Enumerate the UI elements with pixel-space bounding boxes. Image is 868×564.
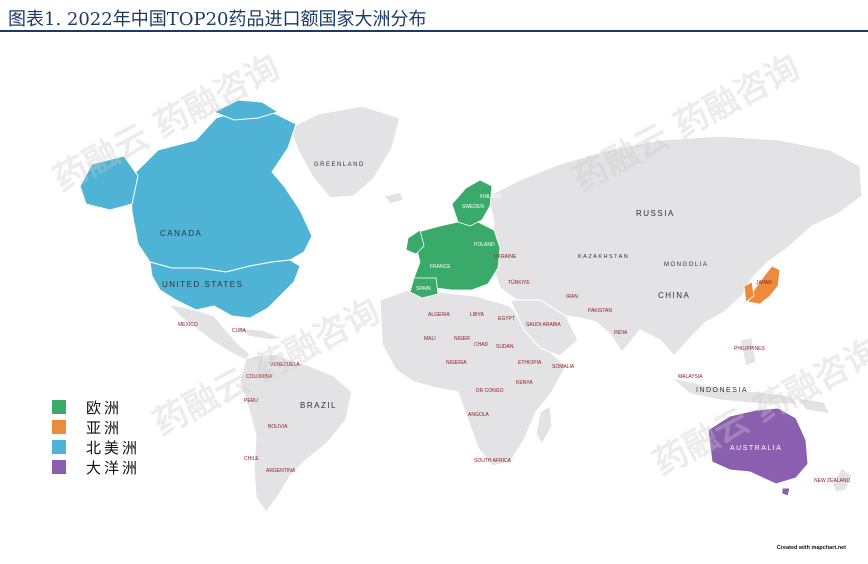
label-greenland: GREENLAND (314, 162, 365, 168)
legend-item-europe: 欧洲 (52, 397, 140, 417)
label-saudi-arabia: SAUDI ARABIA (526, 322, 561, 328)
label-cuba: CUBA (232, 328, 247, 334)
country-madagascar (535, 404, 553, 446)
legend-item-asia: 亚洲 (52, 417, 140, 437)
legend-swatch-north-america (52, 440, 66, 454)
label-poland: POLAND (474, 242, 495, 248)
legend-swatch-oceania (52, 460, 66, 474)
legend-swatch-asia (52, 420, 66, 434)
label-sweden: SWEDEN (462, 204, 484, 210)
label-brazil: BRAZIL (300, 401, 337, 410)
label-algeria: ALGERIA (428, 312, 450, 318)
label-mongolia: MONGOLIA (664, 262, 708, 268)
label-nigeria: NIGERIA (446, 360, 467, 366)
label-finland: FINLAND (480, 194, 502, 200)
label-new-zealand: NEW ZEALAND (814, 478, 851, 484)
label-chile: CHILE (244, 456, 259, 462)
label-spain: SPAIN (416, 286, 431, 292)
label-somalia: SOMALIA (552, 364, 575, 370)
label-dr-congo: DR CONGO (476, 388, 504, 394)
country-greenland (289, 105, 401, 199)
country-iceland (382, 191, 405, 205)
label-india: INDIA (614, 330, 628, 336)
legend: 欧洲 亚洲 北美洲 大洋洲 (52, 397, 140, 477)
label-niger: NIGER (454, 336, 470, 342)
map-credit: Created with mapchart.net (776, 545, 846, 551)
label-south-africa: SOUTH AFRICA (474, 458, 512, 464)
legend-item-oceania: 大洋洲 (52, 457, 140, 477)
label-japan: JAPAN (756, 280, 772, 286)
label-chad: CHAD (474, 342, 489, 348)
label-egypt: EGYPT (498, 316, 515, 322)
legend-label: 北美洲 (86, 438, 141, 457)
label-kenya: KENYA (516, 380, 533, 386)
label-angola: ANGOLA (468, 412, 490, 418)
label-philippines: PHILIPPINES (734, 346, 766, 352)
label-united-states: UNITED STATES (162, 280, 243, 289)
label-malaysia: MALAYSIA (678, 374, 703, 380)
region-scandinavia (451, 179, 493, 227)
label-china: CHINA (658, 291, 690, 300)
label-argentina: ARGENTINA (266, 468, 296, 474)
label-libya: LIBYA (470, 312, 484, 318)
label-canada: CANADA (160, 229, 202, 238)
label-mali: MALI (424, 336, 436, 342)
label-pakistan: PAKISTAN (588, 308, 612, 314)
label-iran: IRAN (566, 294, 578, 300)
label-ethiopia: ETHIOPIA (518, 360, 542, 366)
country-philippines (739, 337, 757, 367)
legend-label: 大洋洲 (86, 458, 141, 477)
label-ukraine: UKRAINE (494, 254, 517, 260)
country-tasmania (781, 487, 791, 497)
label-kazakhstan: KAZAKHSTAN (578, 254, 629, 260)
label-bolivia: BOLIVIA (268, 424, 288, 430)
legend-label: 亚洲 (86, 418, 123, 437)
label-turkiye: TÜRKIYE (508, 279, 530, 286)
legend-item-north-america: 北美洲 (52, 437, 140, 457)
label-france: FRANCE (430, 264, 451, 270)
label-russia: RUSSIA (636, 209, 675, 218)
label-sudan: SUDAN (496, 344, 514, 350)
label-mexico: MEXICO (178, 322, 198, 328)
legend-label: 欧洲 (86, 398, 123, 417)
legend-swatch-europe (52, 400, 66, 414)
